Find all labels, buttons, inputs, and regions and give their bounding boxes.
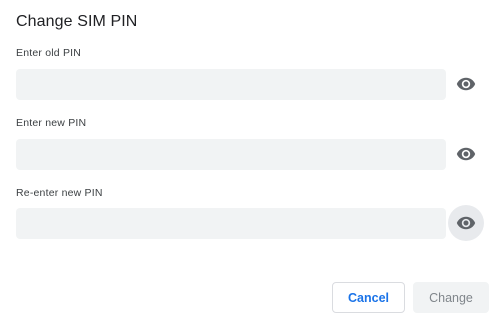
new-pin-input[interactable] (16, 139, 446, 170)
reenter-new-pin-input[interactable] (16, 208, 446, 239)
eye-icon (456, 74, 476, 94)
old-pin-label: Enter old PIN (16, 47, 82, 59)
new-pin-label: Enter new PIN (16, 117, 87, 129)
change-sim-pin-dialog: Change SIM PIN Enter old PIN Enter new P… (0, 0, 500, 325)
cancel-button[interactable]: Cancel (332, 282, 405, 313)
dialog-title: Change SIM PIN (16, 13, 138, 30)
eye-icon (456, 144, 476, 164)
reenter-new-pin-label: Re-enter new PIN (16, 187, 103, 199)
change-button[interactable]: Change (413, 282, 489, 313)
show-old-pin-button[interactable] (448, 66, 484, 102)
eye-icon (456, 213, 476, 233)
show-new-pin-button[interactable] (448, 136, 484, 172)
old-pin-input[interactable] (16, 69, 446, 100)
show-reenter-new-pin-button[interactable] (448, 205, 484, 241)
